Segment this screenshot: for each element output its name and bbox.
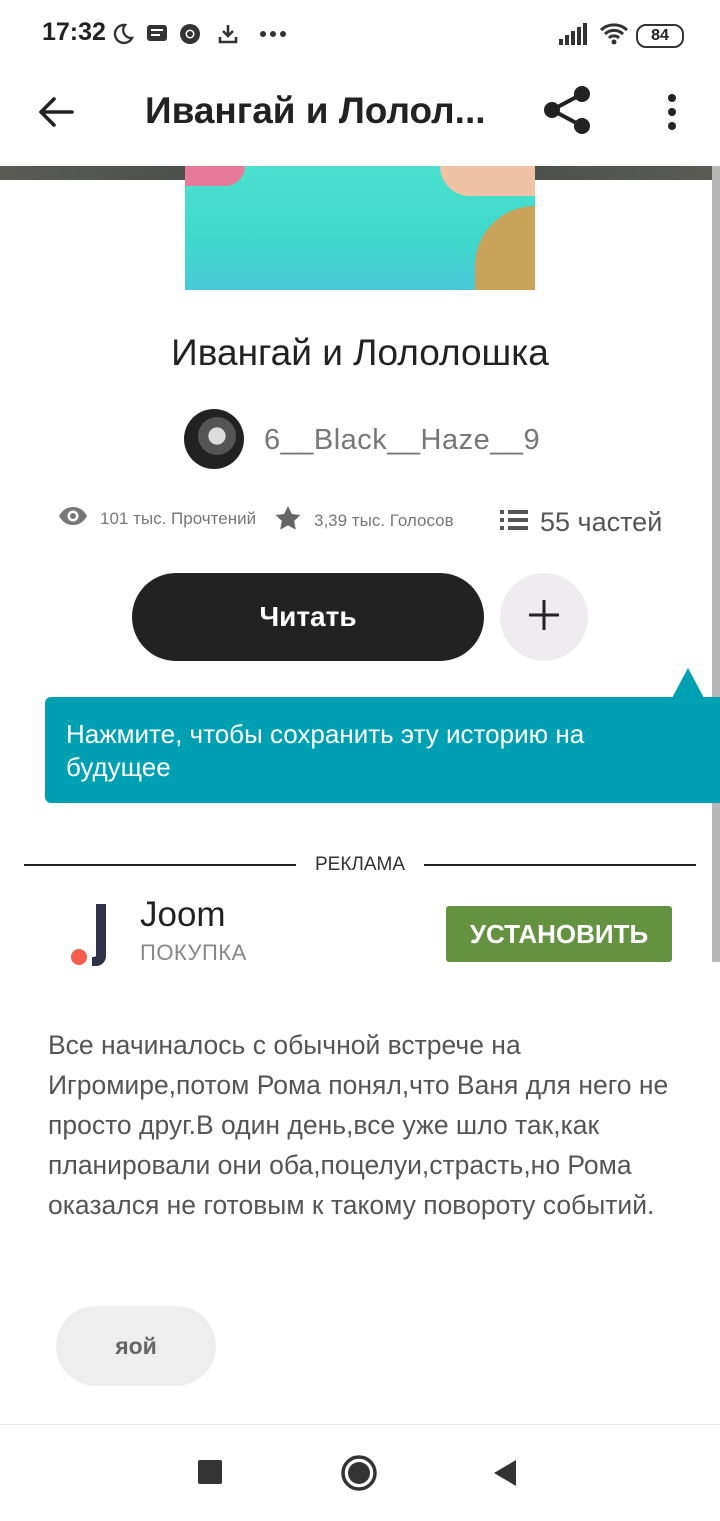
read-button[interactable]: Читать (132, 573, 484, 661)
more-dots-icon (258, 20, 288, 48)
story-title: Ивангай и Лололошка (171, 332, 549, 373)
battery-indicator: 84 (636, 24, 684, 48)
tag-chip[interactable]: яой (56, 1306, 216, 1386)
avatar[interactable] (184, 409, 244, 469)
moon-icon (110, 20, 136, 48)
add-to-library-button[interactable] (500, 573, 588, 661)
plus-icon (527, 598, 561, 637)
eye-icon (58, 506, 88, 531)
star-icon (274, 505, 302, 536)
share-icon[interactable] (542, 84, 594, 136)
download-icon (216, 20, 240, 48)
cover-image (185, 166, 535, 290)
parts-count: 55 частей (540, 507, 663, 537)
tooltip-text: Нажмите, чтобы сохранить эту историю на … (66, 719, 585, 782)
back-arrow-icon[interactable] (36, 92, 76, 132)
back-triangle-icon[interactable] (492, 1458, 520, 1488)
divider (24, 864, 296, 866)
recents-square-icon[interactable] (198, 1460, 222, 1484)
ad-category: ПОКУПКА (140, 940, 247, 965)
tooltip-arrow (672, 668, 704, 698)
page-title: Ивангай и Лолол... (145, 90, 486, 131)
wifi-icon (597, 20, 631, 48)
list-icon (500, 509, 528, 536)
ad-app-name[interactable]: Joom (140, 895, 226, 935)
votes-stat: 3,39 тыс. Голосов (274, 505, 454, 536)
author-name[interactable]: 6__Black__Haze__9 (264, 424, 540, 457)
parts-stat[interactable]: 55 частей (500, 507, 662, 538)
signal-icon (558, 20, 588, 48)
install-button[interactable]: УСТАНОВИТЬ (446, 906, 672, 962)
reads-count: 101 тыс. Прочтений (100, 508, 257, 528)
chrome-icon (178, 20, 202, 48)
joom-logo-icon[interactable] (66, 902, 116, 968)
message-icon (145, 20, 169, 48)
scrollbar[interactable] (712, 166, 720, 962)
story-description: Все начиналось с обычной встрече на Игро… (48, 1030, 669, 1220)
home-circle-icon[interactable] (340, 1454, 378, 1492)
more-vert-icon[interactable] (662, 92, 682, 132)
status-time: 17:32 (42, 18, 106, 46)
votes-count: 3,39 тыс. Голосов (314, 510, 454, 530)
reads-stat: 101 тыс. Прочтений (58, 506, 256, 531)
ad-label: РЕКЛАМА (314, 854, 406, 875)
divider (424, 864, 696, 866)
